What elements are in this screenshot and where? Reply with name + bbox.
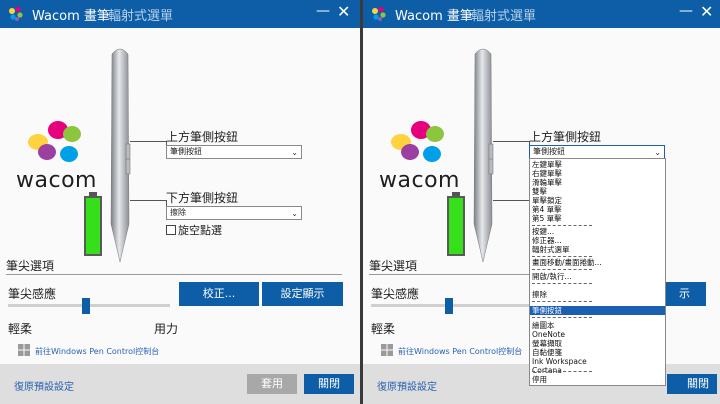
- window-title: Wacom 畫筆: [32, 9, 110, 24]
- wacom-pen-window-left: Wacom 畫筆 輻射式選單 — ✕ wacom 上方筆側按鈕 筆側按鈕 ⌄ 下…: [0, 0, 360, 404]
- pen-illustration: [110, 48, 131, 263]
- tip-options-title: 筆尖選項: [369, 259, 418, 273]
- dropdown-item[interactable]: 第5 單擊: [530, 214, 665, 223]
- apply-button[interactable]: 套用: [247, 374, 297, 394]
- dropdown-item[interactable]: 第4 單擊: [530, 205, 665, 214]
- dropdown-separator: [532, 269, 592, 270]
- dropdown-item[interactable]: 輻射式選單: [530, 245, 665, 254]
- dropdown-item[interactable]: 滑輪單擊: [530, 178, 665, 187]
- lower-button-select[interactable]: 擦除 ⌄: [166, 206, 302, 220]
- dropdown-item[interactable]: 修正器...: [530, 236, 665, 245]
- dropdown-item[interactable]: 右鍵單擊: [530, 169, 665, 178]
- title-bar[interactable]: Wacom 畫筆 輻射式選單 — ✕: [0, 0, 360, 28]
- restore-defaults-link[interactable]: 復原預設設定: [14, 378, 74, 393]
- section-divider: [369, 274, 529, 275]
- dropdown-item-selected[interactable]: 筆側按鈕: [530, 306, 665, 315]
- button-function-dropdown[interactable]: 左鍵單擊 右鍵單擊 滑輪單擊 雙擊 單擊鎖定 第4 單擊 第5 單擊 按鍵...…: [529, 158, 666, 386]
- pen-control-link[interactable]: 前往Windows Pen Control控制台: [398, 346, 522, 357]
- tip-feel-slider-thumb[interactable]: [444, 298, 453, 314]
- dropdown-separator: [532, 283, 592, 284]
- close-button[interactable]: 關閉: [667, 374, 717, 394]
- wacom-pen-window-right: Wacom 畫筆 輻射式選單 — ✕ wacom 上方筆側按鈕 筆側按鈕 ⌄ 筆…: [363, 0, 720, 404]
- firm-label: 用力: [154, 322, 179, 336]
- minimize-icon[interactable]: —: [679, 3, 693, 19]
- hover-click-checkbox[interactable]: 旋空點選: [166, 222, 222, 238]
- chevron-down-icon: ⌄: [291, 209, 298, 218]
- windows-icon: [18, 344, 30, 356]
- close-icon[interactable]: ✕: [337, 2, 350, 21]
- tip-feel-label: 筆尖感應: [371, 287, 420, 301]
- dropdown-item[interactable]: 開啟/執行...: [530, 272, 665, 281]
- dropdown-item[interactable]: OneNote: [530, 330, 665, 339]
- callout-line-lower: [493, 200, 529, 201]
- dropdown-item[interactable]: 停用: [530, 375, 665, 384]
- display-settings-button[interactable]: 設定顯示: [262, 282, 343, 306]
- soft-label: 輕柔: [371, 322, 396, 336]
- restore-defaults-link[interactable]: 復原預設設定: [377, 378, 437, 393]
- callout-line-lower: [130, 200, 166, 201]
- dropdown-separator: [532, 256, 592, 257]
- upper-button-select[interactable]: 筆側按鈕 ⌄: [166, 145, 302, 159]
- lower-button-value: 擦除: [170, 208, 186, 217]
- upper-button-value: 筆側按鈕: [533, 147, 565, 156]
- upper-button-label: 上方筆側按鈕: [529, 130, 602, 144]
- dropdown-item[interactable]: 繪圖本: [530, 321, 665, 330]
- dropdown-item[interactable]: 雙擊: [530, 187, 665, 196]
- hover-click-label: 旋空點選: [178, 224, 222, 237]
- windows-icon: [381, 344, 393, 356]
- wacom-wordmark: wacom: [16, 168, 97, 193]
- close-icon[interactable]: ✕: [700, 2, 713, 21]
- dropdown-item[interactable]: 自黏便箋: [530, 348, 665, 357]
- dropdown-item[interactable]: 螢幕擷取: [530, 339, 665, 348]
- upper-button-select[interactable]: 筆側按鈕 ⌄: [529, 145, 665, 159]
- soft-label: 輕柔: [8, 322, 33, 336]
- wacom-wordmark: wacom: [379, 168, 460, 193]
- chevron-down-icon: ⌄: [291, 148, 298, 157]
- window-subtitle: 輻射式選單: [471, 9, 537, 24]
- callout-line-upper: [493, 141, 529, 142]
- title-bar[interactable]: Wacom 畫筆 輻射式選單 — ✕: [363, 0, 720, 28]
- tip-feel-slider-thumb[interactable]: [81, 298, 90, 314]
- callout-line-upper: [130, 141, 166, 142]
- dropdown-item[interactable]: 擦除: [530, 290, 665, 299]
- dropdown-item[interactable]: 左鍵單擊: [530, 160, 665, 169]
- dropdown-separator: [532, 301, 592, 302]
- tip-options-title: 筆尖選項: [6, 259, 55, 273]
- minimize-icon[interactable]: —: [316, 3, 330, 19]
- pen-illustration: [473, 48, 494, 263]
- upper-button-label: 上方筆側按鈕: [166, 130, 239, 144]
- section-divider: [6, 274, 342, 275]
- dropdown-separator: [532, 371, 592, 372]
- dropdown-separator: [532, 317, 592, 318]
- wacom-logo-icon: [372, 6, 386, 21]
- upper-button-value: 筆側按鈕: [170, 147, 202, 156]
- pen-control-link[interactable]: 前往Windows Pen Control控制台: [35, 346, 159, 357]
- calibrate-button[interactable]: 校正...: [179, 282, 259, 306]
- dropdown-separator: [532, 225, 592, 226]
- window-subtitle: 輻射式選單: [108, 9, 174, 24]
- wacom-logo-icon: [9, 6, 23, 21]
- dropdown-item[interactable]: 按鍵...: [530, 227, 665, 236]
- footer-bar: 復原預設設定 套用 關閉: [0, 364, 360, 404]
- dropdown-item[interactable]: Ink Workspace: [530, 357, 665, 366]
- window-title: Wacom 畫筆: [395, 9, 473, 24]
- checkbox-icon: [166, 225, 176, 235]
- dropdown-item[interactable]: 畫面移動/畫面捲動...: [530, 258, 665, 267]
- close-button[interactable]: 關閉: [304, 374, 354, 394]
- dropdown-item[interactable]: 單擊鎖定: [530, 196, 665, 205]
- lower-button-label: 下方筆側按鈕: [166, 191, 239, 205]
- tip-feel-label: 筆尖感應: [8, 287, 57, 301]
